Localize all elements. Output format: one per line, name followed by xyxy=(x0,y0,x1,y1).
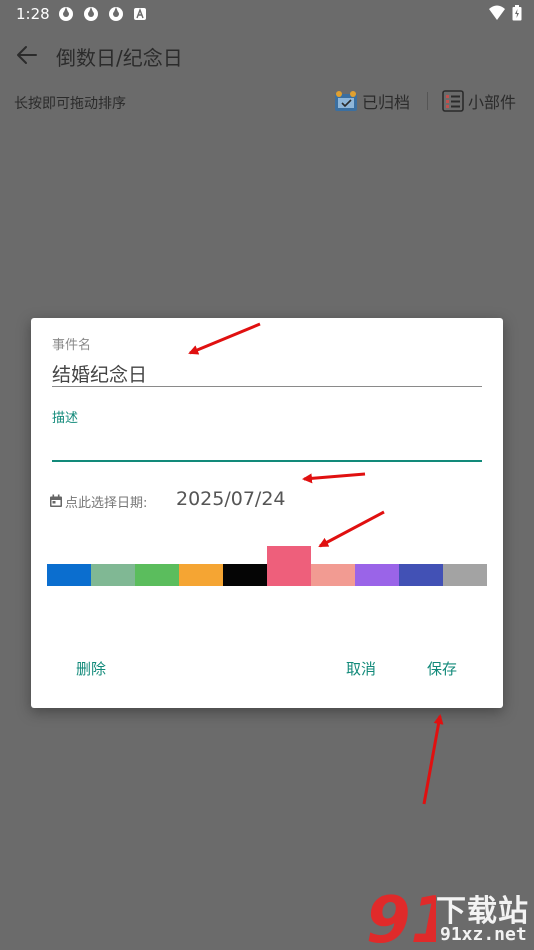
widget-icon xyxy=(442,90,464,112)
color-swatch[interactable] xyxy=(179,564,223,586)
watermark-domain: 91xz.net xyxy=(440,924,527,945)
hint-row: 长按即可拖动排序 已归档 小部件 xyxy=(0,88,534,116)
app-bar: 倒数日/纪念日 xyxy=(0,30,534,80)
arrow-annotation xyxy=(422,714,444,805)
archived-button[interactable]: 已归档 xyxy=(334,88,410,114)
calendar-icon xyxy=(50,494,62,507)
watermark-logo: 91 xyxy=(366,884,436,950)
watermark: 91 下载站 91xz.net xyxy=(364,880,534,950)
toolbar-divider xyxy=(427,92,428,110)
description-underline xyxy=(52,460,482,462)
archive-icon xyxy=(335,91,357,111)
selected-date[interactable]: 2025/07/24 xyxy=(176,488,286,510)
svg-text:91: 91 xyxy=(366,884,436,950)
widget-label: 小部件 xyxy=(468,93,517,112)
color-swatch[interactable] xyxy=(135,564,179,586)
color-swatch[interactable] xyxy=(223,564,267,586)
app-notification-icon xyxy=(59,7,73,21)
app-notification-icon xyxy=(109,7,123,21)
delete-button[interactable]: 删除 xyxy=(76,658,106,679)
description-label: 描述 xyxy=(52,411,79,426)
save-button[interactable]: 保存 xyxy=(427,658,457,679)
color-swatch[interactable] xyxy=(443,564,487,586)
color-swatch[interactable] xyxy=(47,564,91,586)
status-bar: 1:28 xyxy=(0,0,534,28)
drag-sort-hint: 长按即可拖动排序 xyxy=(14,96,126,112)
app-notification-icon xyxy=(84,7,98,21)
date-picker-trigger[interactable]: 点此选择日期: xyxy=(49,488,147,514)
archived-label: 已归档 xyxy=(362,93,411,112)
description-input[interactable] xyxy=(52,428,482,458)
status-time: 1:28 xyxy=(16,5,50,23)
font-notification-icon xyxy=(134,8,146,20)
wifi-icon xyxy=(489,5,505,20)
color-swatch[interactable] xyxy=(399,564,443,586)
color-swatch-selected[interactable] xyxy=(267,546,311,586)
event-edit-dialog: 事件名 结婚纪念日 描述 点此选择日期: 2025/07/24 删除 取消 保存 xyxy=(31,318,503,708)
event-name-label: 事件名 xyxy=(52,338,92,353)
page-title: 倒数日/纪念日 xyxy=(56,46,183,70)
cancel-button[interactable]: 取消 xyxy=(346,658,376,679)
battery-icon xyxy=(512,5,522,21)
date-picker-label: 点此选择日期: xyxy=(65,495,148,511)
widget-button[interactable]: 小部件 xyxy=(442,88,516,114)
color-swatch[interactable] xyxy=(91,564,135,586)
event-name-input[interactable]: 结婚纪念日 xyxy=(52,360,147,387)
color-swatch[interactable] xyxy=(311,564,355,586)
color-swatch[interactable] xyxy=(355,564,399,586)
event-name-underline xyxy=(52,386,482,387)
back-arrow-icon[interactable] xyxy=(14,42,40,68)
